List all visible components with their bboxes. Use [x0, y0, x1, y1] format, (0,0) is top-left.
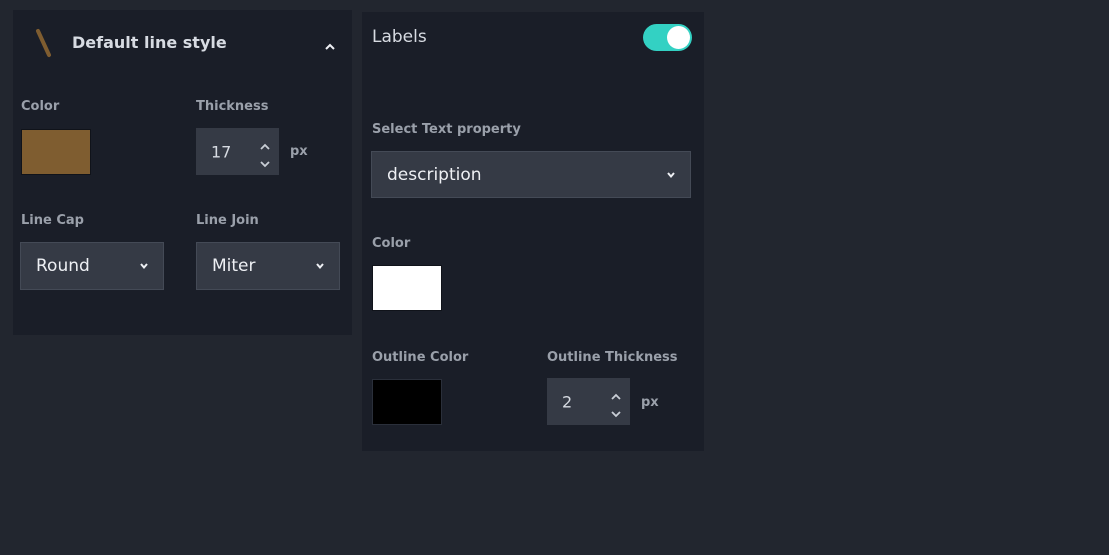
line-cap-label: Line Cap	[21, 213, 84, 228]
text-property-label: Select Text property	[372, 122, 521, 137]
toggle-knob	[667, 26, 690, 49]
increment-chevron-up-icon[interactable]	[258, 138, 272, 150]
thickness-input[interactable]: 17	[196, 128, 279, 175]
color-label: Color	[21, 99, 60, 114]
outline-thickness-value: 2	[562, 392, 573, 411]
text-property-select[interactable]: description	[371, 151, 691, 198]
decrement-chevron-down-icon[interactable]	[609, 405, 623, 418]
line-style-panel: Default line style Color Thickness 17 px…	[13, 10, 352, 335]
thickness-label: Thickness	[196, 99, 269, 114]
thickness-value: 17	[211, 142, 232, 161]
chevron-down-icon	[667, 171, 675, 178]
labels-panel: Labels Select Text property description …	[362, 12, 704, 451]
label-color-label: Color	[372, 236, 411, 251]
outline-color-label: Outline Color	[372, 350, 469, 365]
outline-color-swatch[interactable]	[372, 379, 442, 425]
chevron-down-icon	[140, 263, 148, 270]
line-join-value: Miter	[212, 256, 256, 276]
line-join-select[interactable]: Miter	[196, 242, 340, 290]
line-join-label: Line Join	[196, 213, 259, 228]
outline-thickness-unit: px	[641, 395, 659, 410]
increment-chevron-up-icon[interactable]	[609, 388, 623, 400]
line-cap-select[interactable]: Round	[20, 242, 164, 290]
collapse-chevron-up-icon[interactable]	[323, 38, 337, 50]
line-icon	[33, 28, 53, 58]
line-cap-value: Round	[36, 256, 90, 276]
outline-thickness-input[interactable]: 2	[547, 378, 630, 425]
labels-title: Labels	[372, 27, 427, 47]
thickness-unit: px	[290, 144, 308, 159]
outline-thickness-label: Outline Thickness	[547, 350, 678, 365]
line-style-title: Default line style	[72, 33, 227, 52]
chevron-down-icon	[316, 263, 324, 270]
labels-toggle[interactable]	[643, 24, 692, 51]
text-property-value: description	[387, 164, 482, 185]
decrement-chevron-down-icon[interactable]	[258, 155, 272, 168]
label-color-swatch[interactable]	[372, 265, 442, 311]
line-color-swatch[interactable]	[21, 129, 91, 175]
